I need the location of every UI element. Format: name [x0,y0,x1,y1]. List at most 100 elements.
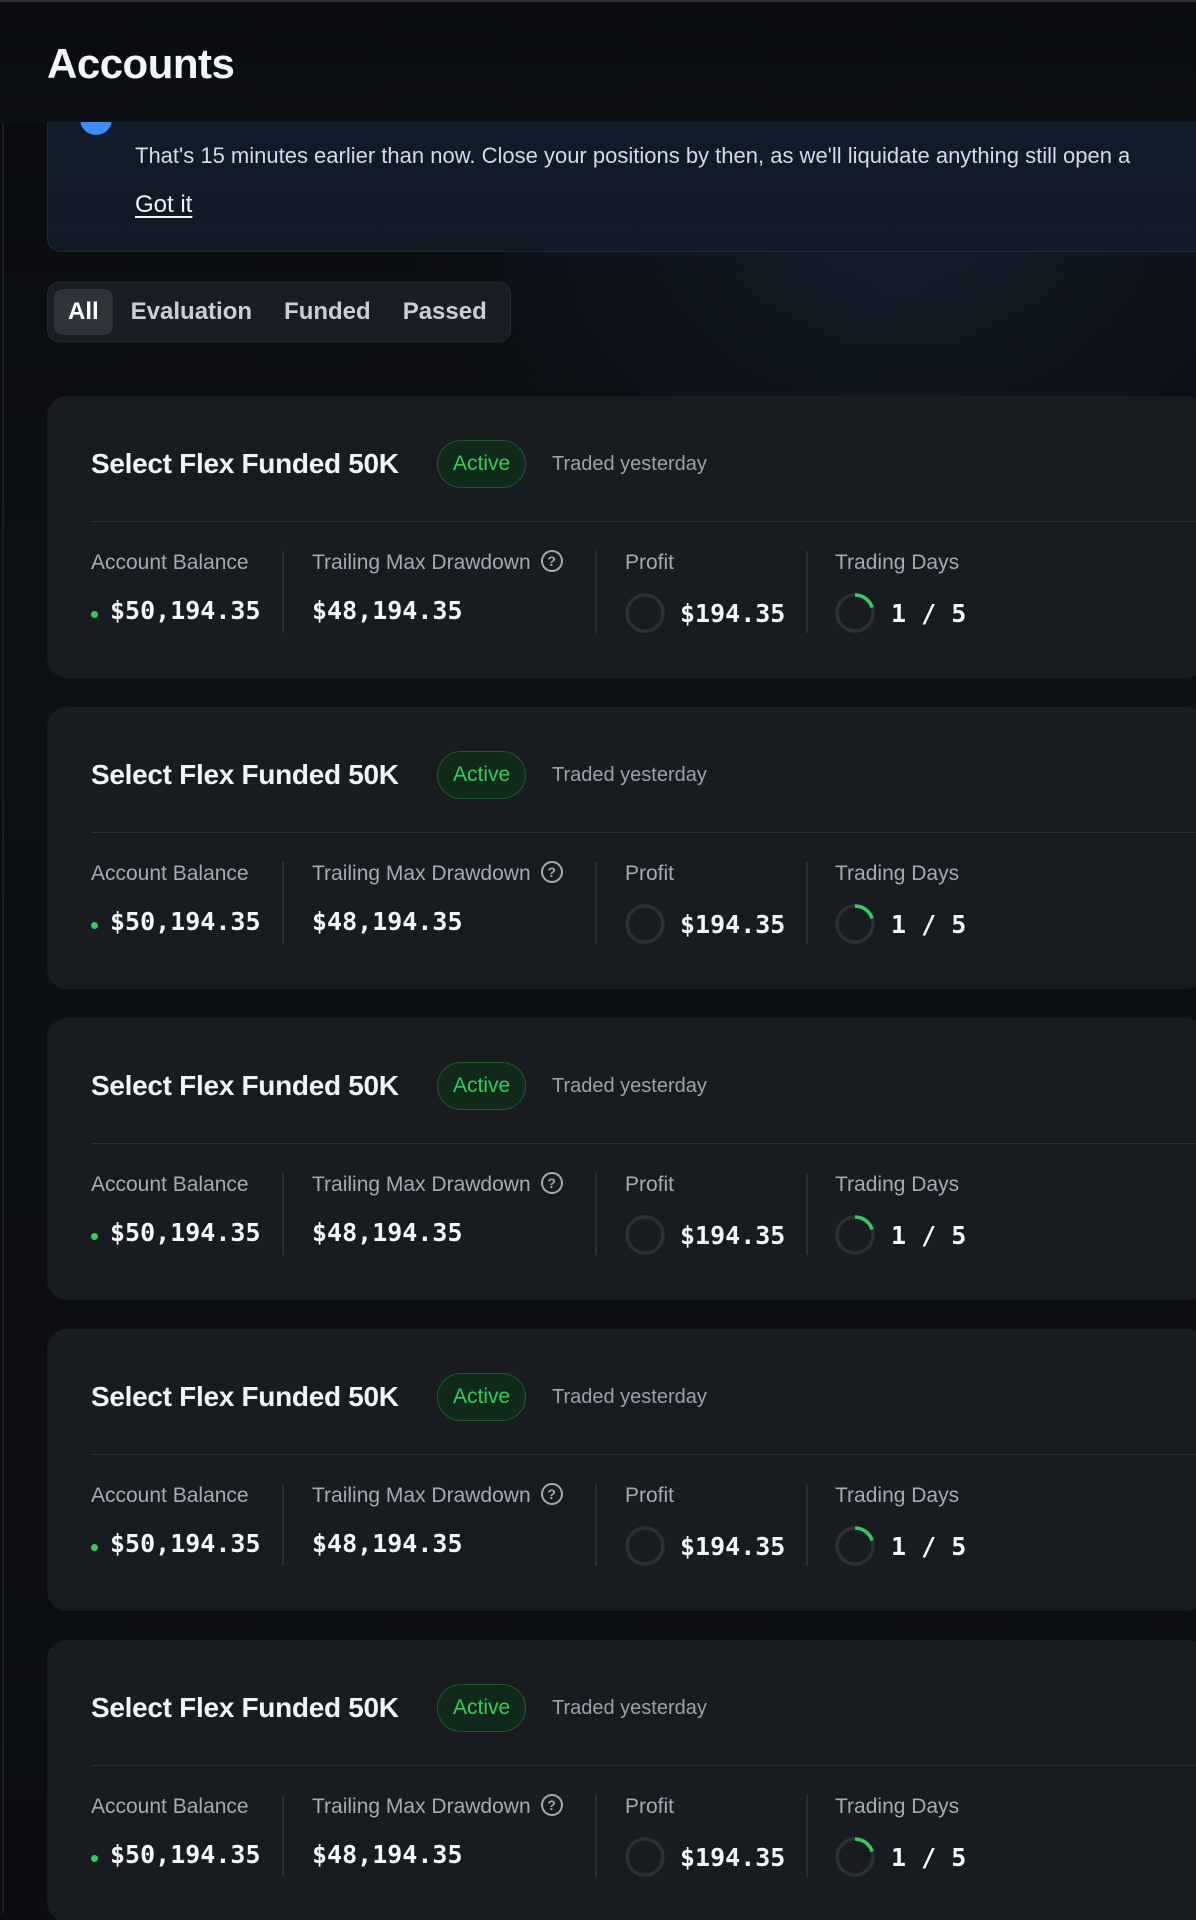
tab-all[interactable]: All [54,289,113,335]
drawdown-value: $48,194.35 [312,1529,463,1558]
trading-days-label: Trading Days [835,1484,960,1507]
metric-separator [595,1484,597,1566]
help-icon[interactable]: ? [540,1172,563,1195]
page: { "header": { "title": "Accounts" }, "ba… [0,0,1196,1920]
help-icon[interactable]: ? [540,1483,563,1506]
account-card[interactable]: Select Flex Funded 50K Active Traded yeste… [47,1329,1196,1611]
status-badge: Active [437,1062,527,1110]
last-traded-text: Traded yesterday [552,1697,707,1719]
trading-days-metric: Trading Days [835,862,959,886]
account-filter-tabs: All Evaluation Funded Passed [47,282,511,342]
account-card[interactable]: Select Flex Funded 50K Active Traded yeste… [47,1018,1196,1300]
profit-value: $194.35 [680,1843,786,1872]
account-balance-label: Account Balance [91,551,249,574]
got-it-button[interactable]: Got it [135,191,192,219]
account-card[interactable]: Select Flex Funded 50K Active Traded yeste… [47,707,1196,989]
tab-passed[interactable]: Passed [389,289,501,335]
profit-label: Profit [625,862,675,885]
balance-status-dot [91,1855,98,1862]
last-traded-text: Traded yesterday [552,1386,707,1408]
drawdown-metric: Trailing Max Drawdown? [312,550,563,575]
metric-separator [282,1484,284,1566]
trading-days-metric: Trading Days [835,1173,959,1197]
account-balance-value-wrap: $50,194.35 [110,1218,261,1247]
metric-separator [282,1173,284,1255]
banner-message: That's 15 minutes earlier than now. Clos… [135,143,1131,168]
drawdown-metric: Trailing Max Drawdown? [312,861,563,886]
account-balance-label: Account Balance [91,1173,249,1196]
profit-label: Profit [625,1795,675,1818]
profit-metric: Profit [625,551,674,575]
drawdown-value-wrap: $48,194.35 [312,1840,463,1869]
trading-days-metric: Trading Days [835,1795,959,1819]
status-badge: Active [437,751,527,799]
profit-value: $194.35 [680,1532,786,1561]
metric-separator [595,551,597,633]
help-icon[interactable]: ? [540,861,563,884]
drawdown-value: $48,194.35 [312,1218,463,1247]
drawdown-label: Trailing Max Drawdown [312,1484,531,1507]
profit-value-wrap: $194.35 [680,1843,785,1872]
account-balance-value-wrap: $50,194.35 [110,1840,261,1869]
account-balance-metric: Account Balance [91,551,249,575]
profit-metric: Profit [625,1173,674,1197]
divider [91,1143,1196,1144]
drawdown-value-wrap: $48,194.35 [312,1218,463,1247]
drawdown-value: $48,194.35 [312,1840,463,1869]
trading-days-value-wrap: 1 / 5 [891,1221,966,1250]
profit-metric: Profit [625,1484,674,1508]
account-balance-value-wrap: $50,194.35 [110,907,261,936]
drawdown-label: Trailing Max Drawdown [312,862,531,885]
account-card[interactable]: Select Flex Funded 50K Active Traded yeste… [47,396,1196,678]
divider [91,521,1196,522]
metric-separator [595,1795,597,1877]
trading-days-progress-ring [834,1836,876,1878]
drawdown-metric: Trailing Max Drawdown? [312,1794,563,1819]
help-icon[interactable]: ? [540,550,563,573]
account-balance-value-wrap: $50,194.35 [110,1529,261,1558]
account-balance-metric: Account Balance [91,1484,249,1508]
trading-days-label: Trading Days [835,862,960,885]
profit-label: Profit [625,1173,675,1196]
account-balance-value: $50,194.35 [110,596,261,625]
tab-funded[interactable]: Funded [270,289,385,335]
account-name: Select Flex Funded 50K [91,448,399,479]
profit-progress-ring [624,903,666,945]
drawdown-label: Trailing Max Drawdown [312,551,531,574]
trading-days-value: 1 / 5 [891,1221,967,1250]
profit-metric: Profit [625,862,674,886]
status-badge: Active [437,440,527,488]
metric-separator [282,1795,284,1877]
trading-days-label: Trading Days [835,1173,960,1196]
account-balance-value: $50,194.35 [110,907,261,936]
trading-days-progress-ring [834,1525,876,1567]
balance-status-dot [91,1233,98,1240]
account-balance-value: $50,194.35 [110,1529,261,1558]
tab-evaluation[interactable]: Evaluation [117,289,266,335]
account-balance-value: $50,194.35 [110,1218,261,1247]
metric-separator [806,1484,808,1566]
trading-days-value-wrap: 1 / 5 [891,1532,966,1561]
profit-label: Profit [625,551,675,574]
page-title: Accounts [47,40,235,87]
divider [91,1454,1196,1455]
account-balance-metric: Account Balance [91,862,249,886]
account-card[interactable]: Select Flex Funded 50K Active Traded yeste… [47,1640,1196,1920]
metric-separator [806,1173,808,1255]
drawdown-metric: Trailing Max Drawdown? [312,1483,563,1508]
metric-separator [595,862,597,944]
page-header: Accounts [0,2,1196,122]
profit-value-wrap: $194.35 [680,1532,785,1561]
drawdown-value: $48,194.35 [312,596,463,625]
drawdown-metric: Trailing Max Drawdown? [312,1172,563,1197]
divider [91,832,1196,833]
account-balance-value-wrap: $50,194.35 [110,596,261,625]
profit-value: $194.35 [680,1221,786,1250]
account-name: Select Flex Funded 50K [91,1692,399,1723]
profit-label: Profit [625,1484,675,1507]
metric-separator [282,862,284,944]
drawdown-value: $48,194.35 [312,907,463,936]
trading-days-value: 1 / 5 [891,910,967,939]
help-icon[interactable]: ? [540,1794,563,1817]
account-name: Select Flex Funded 50K [91,1070,399,1101]
